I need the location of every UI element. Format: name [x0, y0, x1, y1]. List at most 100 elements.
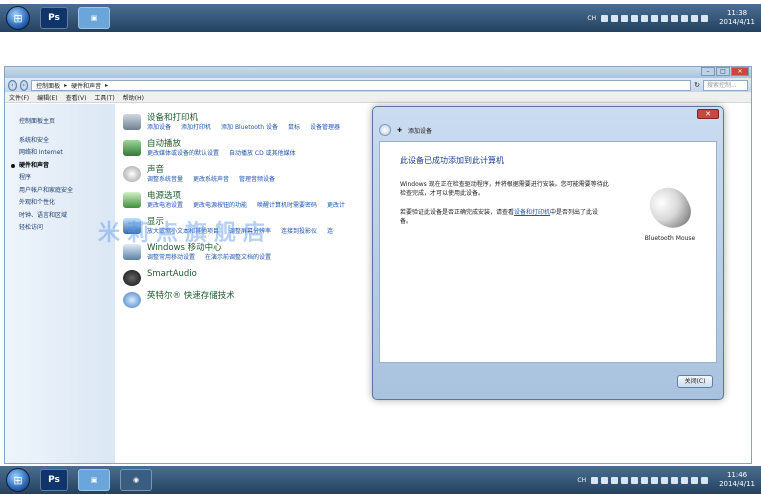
devices-printers-link[interactable]: 设备和打印机 — [514, 209, 550, 216]
title-bar[interactable]: – □ ✕ — [5, 67, 751, 78]
category-link[interactable]: 设备管理器 — [310, 123, 340, 132]
sidebar-item-accounts[interactable]: 用户帐户和家庭安全 — [19, 185, 115, 198]
tray-icon[interactable] — [651, 14, 659, 22]
sidebar-item-network[interactable]: 网络和 Internet — [19, 147, 115, 160]
dialog-footer: 关闭(C) — [373, 363, 723, 399]
back-icon[interactable] — [379, 124, 391, 136]
category-link[interactable]: 调整系统音量 — [147, 175, 183, 184]
dialog-message: Windows 现在正在检查驱动程序，并将根据需要进行安装。您可能需要等待此检查… — [400, 181, 609, 197]
photoshop-taskbar-button[interactable]: Ps — [40, 7, 68, 29]
category-link[interactable]: 唤醒计算机时需要密码 — [257, 201, 317, 210]
category-link[interactable]: 在演示前调整文档的设置 — [205, 253, 271, 262]
tray-icon[interactable] — [661, 14, 669, 22]
refresh-icon[interactable]: ↻ — [694, 81, 700, 89]
menu-file[interactable]: 文件(F) — [9, 93, 29, 102]
breadcrumb-item[interactable]: 硬件和声音 — [71, 81, 101, 90]
system-tray: CH 11:38 2014/4/11 — [587, 9, 755, 27]
category-link[interactable]: 管理音频设备 — [239, 175, 275, 184]
add-device-taskbar-button[interactable]: ◉ — [120, 469, 152, 491]
help-icon[interactable] — [611, 14, 619, 22]
start-button[interactable]: ⊞ — [6, 6, 30, 30]
sidebar-item-programs[interactable]: 程序 — [19, 172, 115, 185]
tray-icon[interactable] — [661, 476, 669, 484]
category-link[interactable]: 添加 Bluetooth 设备 — [221, 123, 278, 132]
sidebar-item-home[interactable]: 控制面板主页 — [19, 116, 115, 129]
close-dialog-button[interactable]: 关闭(C) — [677, 375, 713, 388]
tray-icon[interactable] — [641, 476, 649, 484]
chevron-right-icon: ▸ — [64, 81, 68, 89]
menu-view[interactable]: 查看(V) — [66, 93, 87, 102]
sidebar: 控制面板主页 系统和安全 网络和 Internet 硬件和声音 程序 用户帐户和… — [5, 104, 115, 463]
sidebar-item-hardware[interactable]: 硬件和声音 — [19, 160, 115, 173]
breadcrumb-item[interactable]: 控制面板 — [36, 81, 60, 90]
category-link[interactable]: 添加打印机 — [181, 123, 211, 132]
menu-tools[interactable]: 工具(T) — [94, 93, 114, 102]
category-link[interactable]: 更改计 — [327, 201, 345, 210]
battery-icon — [123, 192, 141, 208]
control-panel-taskbar-button[interactable]: ▣ — [78, 469, 110, 491]
menu-edit[interactable]: 编辑(E) — [37, 93, 57, 102]
maximize-button[interactable]: □ — [716, 67, 730, 76]
device-tile: Bluetooth Mouse — [640, 180, 700, 242]
dialog-close-button[interactable]: ✕ — [697, 109, 719, 119]
sidebar-item-security[interactable]: 系统和安全 — [19, 135, 115, 148]
action-center-icon[interactable] — [701, 476, 709, 484]
language-indicator[interactable]: CH — [577, 477, 586, 484]
tray-icon[interactable] — [621, 14, 629, 22]
category-link[interactable]: 调整常用移动设置 — [147, 253, 195, 262]
category-link[interactable]: 添加设备 — [147, 123, 171, 132]
forward-icon[interactable]: › — [19, 79, 29, 91]
clock-time: 11:46 — [726, 471, 748, 479]
speaker-icon — [123, 166, 141, 182]
headphones-icon — [123, 270, 141, 286]
device-label: Bluetooth Mouse — [644, 235, 696, 242]
clock[interactable]: 11:46 2014/4/11 — [719, 471, 755, 489]
network-icon[interactable] — [681, 476, 689, 484]
volume-icon[interactable] — [691, 14, 699, 22]
bluetooth-icon[interactable] — [671, 476, 679, 484]
start-button[interactable]: ⊞ — [6, 468, 30, 492]
address-bar: ‹ › 控制面板 ▸ 硬件和声音 ▸ ↻ 搜索控制... — [5, 78, 751, 92]
menu-help[interactable]: 帮助(H) — [123, 93, 144, 102]
help-icon[interactable] — [601, 476, 609, 484]
tray-icon[interactable] — [641, 14, 649, 22]
photoshop-taskbar-button[interactable]: Ps — [40, 469, 68, 491]
tray-icon[interactable] — [631, 14, 639, 22]
category-link[interactable]: 鼠标 — [288, 123, 300, 132]
category-link[interactable]: 更改系统声音 — [193, 175, 229, 184]
close-button[interactable]: ✕ — [731, 67, 749, 76]
chevron-right-icon: ▸ — [105, 81, 109, 89]
tray-icon[interactable] — [621, 476, 629, 484]
volume-icon[interactable] — [691, 476, 699, 484]
category-link[interactable]: 更改电池设置 — [147, 201, 183, 210]
minimize-button[interactable]: – — [701, 67, 715, 76]
language-indicator[interactable]: CH — [587, 15, 596, 22]
tray-icon[interactable] — [631, 476, 639, 484]
back-icon[interactable]: ‹ — [8, 79, 17, 91]
menu-bar: 文件(F) 编辑(E) 查看(V) 工具(T) 帮助(H) — [5, 92, 751, 103]
action-center-icon[interactable] — [701, 14, 709, 22]
printer-icon — [123, 114, 141, 130]
category-link[interactable]: 连接到投影仪 — [281, 227, 317, 236]
device-icon: ◉ — [132, 476, 140, 484]
sidebar-item-appearance[interactable]: 外观和个性化 — [19, 197, 115, 210]
breadcrumb[interactable]: 控制面板 ▸ 硬件和声音 ▸ — [31, 79, 692, 91]
tray-icon[interactable] — [611, 476, 619, 484]
keyboard-icon[interactable] — [601, 14, 609, 22]
category-link[interactable]: 更改媒体或设备的默认设置 — [147, 149, 219, 158]
window-icon: ▣ — [90, 14, 98, 22]
clock-date: 2014/4/11 — [719, 480, 755, 488]
tray-icon[interactable] — [671, 14, 679, 22]
keyboard-icon[interactable] — [591, 476, 599, 484]
clock[interactable]: 11:38 2014/4/11 — [719, 9, 755, 27]
category-link[interactable]: 更改电源按钮的功能 — [193, 201, 247, 210]
search-input[interactable]: 搜索控制... — [702, 79, 748, 91]
category-link[interactable]: 连 — [327, 227, 333, 236]
network-icon[interactable] — [681, 14, 689, 22]
tray-icon[interactable] — [651, 476, 659, 484]
photoshop-label: Ps — [48, 475, 60, 485]
control-panel-taskbar-button[interactable]: ▣ — [78, 7, 110, 29]
dialog-title: 此设备已成功添加到此计算机 — [400, 156, 504, 165]
category-link[interactable]: 自动播放 CD 或其他媒体 — [229, 149, 296, 158]
dialog-header-title: 添加设备 — [408, 127, 433, 135]
